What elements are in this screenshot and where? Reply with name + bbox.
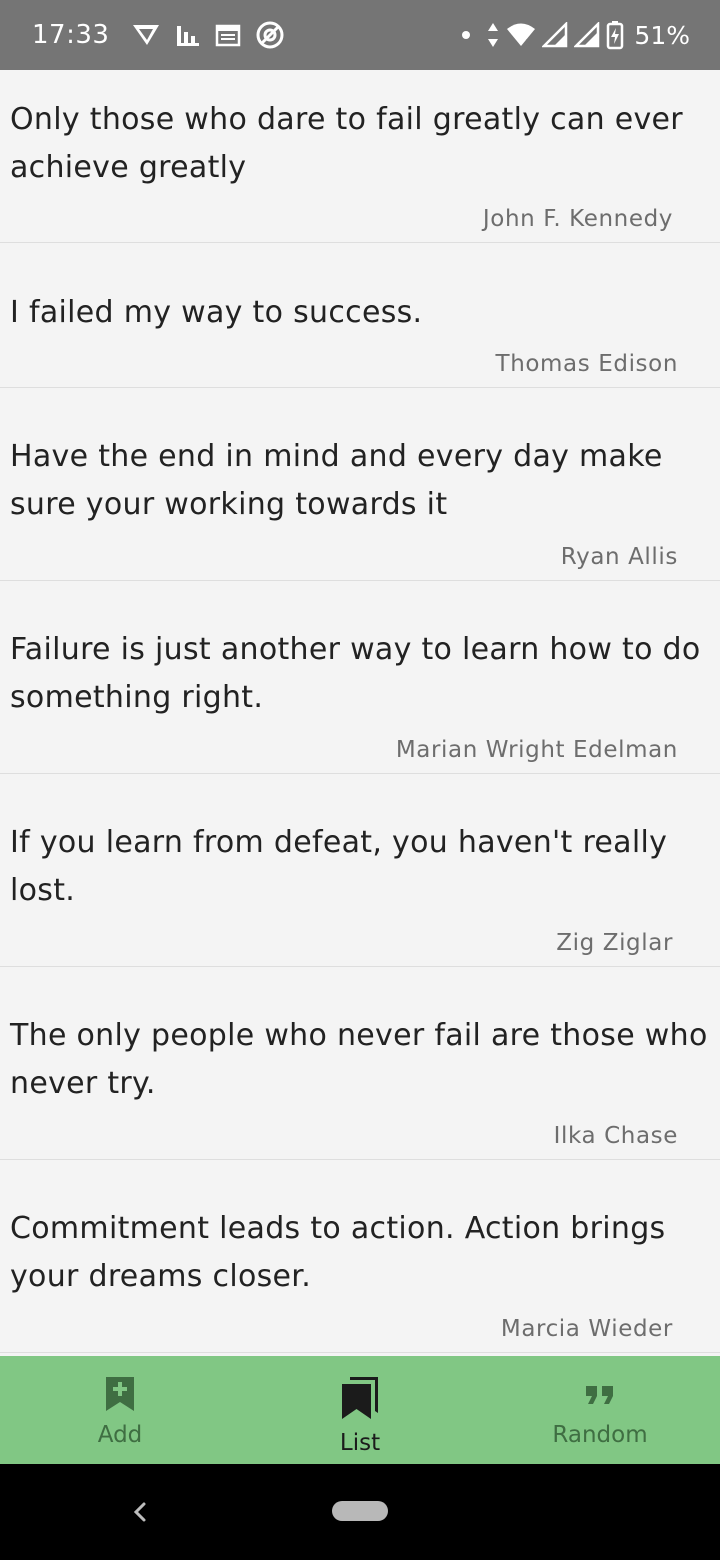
data-arrows-icon [486,21,500,49]
quote-list[interactable]: Only those who dare to fail greatly can … [0,70,720,1356]
battery-percent: 51% [634,20,690,50]
quote-author: Marian Wright Edelman [395,737,678,763]
format-quote-icon [584,1376,616,1416]
status-system-icons: 5 51% [456,20,690,50]
svg-text:5: 5 [525,39,531,48]
nav-list-button[interactable]: List [240,1356,480,1464]
dot-icon [456,23,480,47]
status-notification-icons [131,20,285,50]
quote-text: Failure is just another way to learn how… [10,632,701,715]
chart-icon [175,22,201,48]
send-icon [131,22,161,48]
quote-author: Ilka Chase [553,1123,678,1149]
quote-author: Thomas Edison [495,351,678,377]
quote-text: If you learn from defeat, you haven't re… [10,825,668,908]
nav-random-label: Random [552,1422,648,1448]
no-disturb-icon [255,20,285,50]
quote-text: Only those who dare to fail greatly can … [10,102,683,185]
quote-item[interactable]: If you learn from defeat, you haven't re… [0,774,720,967]
quote-text: I failed my way to success. [10,295,423,330]
battery-charging-icon [606,20,624,50]
quote-item[interactable]: Commitment leads to action. Action bring… [0,1160,720,1353]
quote-item[interactable]: Only those who dare to fail greatly can … [0,70,720,243]
bottom-navigation: Add List Random [0,1356,720,1464]
home-button[interactable] [332,1501,388,1521]
quote-item[interactable]: Failure is just another way to learn how… [0,581,720,774]
wifi-icon: 5 [506,22,536,48]
quote-author: John F. Kennedy [482,206,673,232]
nav-add-label: Add [97,1422,143,1448]
bookmark-add-icon [105,1376,135,1416]
quote-author: Ryan Allis [560,544,678,570]
bookmarks-icon [340,1376,380,1424]
status-time: 17:33 [32,20,110,50]
nav-list-label: List [339,1430,381,1456]
nav-random-button[interactable]: Random [480,1356,720,1464]
quote-item[interactable]: I failed my way to success. Thomas Ediso… [0,243,720,388]
calendar-icon [215,22,241,48]
quote-item[interactable]: Have the end in mind and every day make … [0,388,720,581]
quote-author: Marcia Wieder [500,1316,673,1342]
quote-author: Zig Ziglar [556,930,673,956]
back-icon[interactable] [126,1494,154,1530]
quote-text: The only people who never fail are those… [10,1018,708,1101]
nav-add-button[interactable]: Add [0,1356,240,1464]
quote-text: Have the end in mind and every day make … [10,439,663,522]
quote-text: Commitment leads to action. Action bring… [10,1211,666,1294]
status-bar: 17:33 5 51% [0,0,720,70]
signal-icon [542,22,568,48]
signal-icon [574,22,600,48]
quote-item[interactable]: The only people who never fail are those… [0,967,720,1160]
